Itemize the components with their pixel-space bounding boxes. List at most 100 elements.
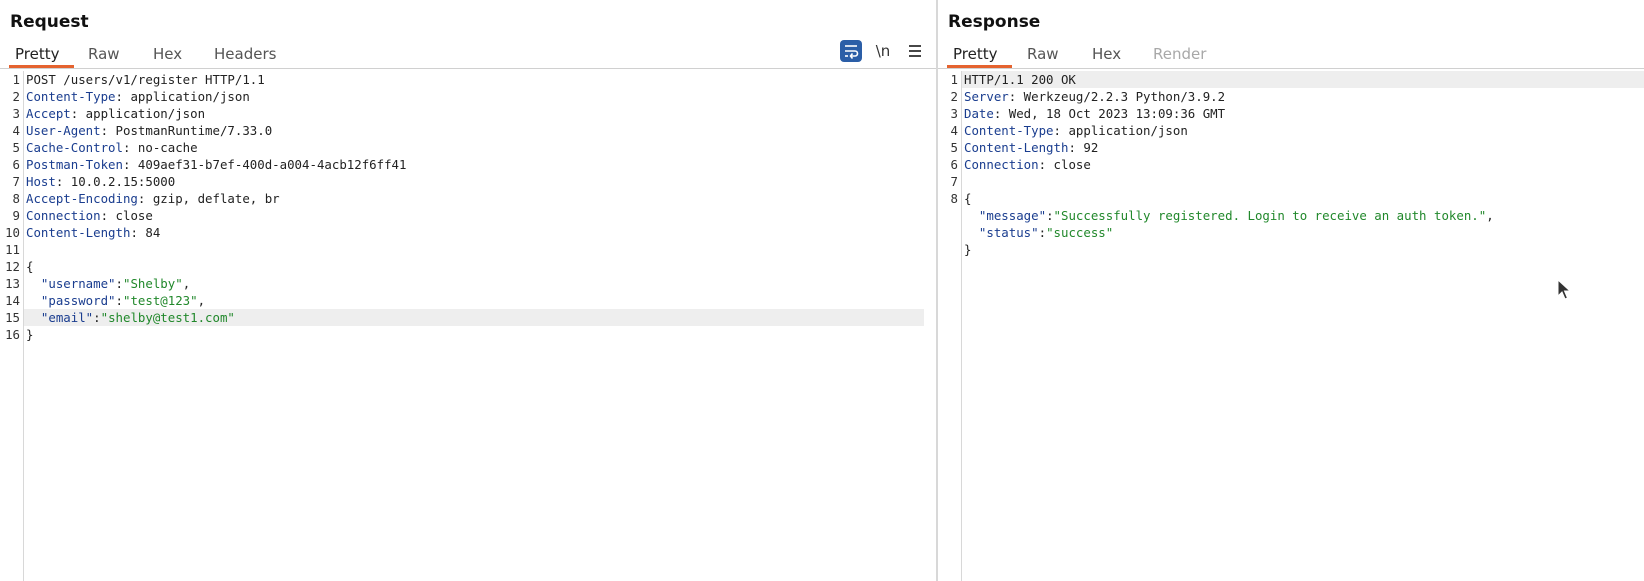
header-name: Content-Type: [26, 89, 116, 104]
response-tab-hex[interactable]: Hex: [1092, 42, 1121, 66]
header-name: User-Agent: [26, 123, 101, 138]
response-line: 7: [938, 173, 1644, 190]
request-line: 1 POST /users/v1/register HTTP/1.1: [0, 71, 936, 88]
code-text: ,: [197, 293, 206, 308]
line-number: 11: [5, 242, 20, 257]
line-number: 6: [950, 157, 958, 172]
line-number: 3: [12, 106, 20, 121]
header-name: Connection: [964, 157, 1039, 172]
line-number: 7: [950, 174, 958, 189]
wrap-text-icon[interactable]: [840, 40, 862, 62]
header-name: Cache-Control: [26, 140, 123, 155]
request-line: 2 Content-Type: application/json: [0, 88, 936, 105]
request-line: 13 "username":"Shelby",: [0, 275, 936, 292]
request-editor[interactable]: 1 POST /users/v1/register HTTP/1.1 2 Conten…: [0, 71, 936, 343]
header-name: Content-Length: [964, 140, 1069, 155]
line-number: 2: [12, 89, 20, 104]
line-code: "username":"Shelby",: [26, 275, 190, 292]
response-line: 8{: [938, 190, 1644, 207]
header-name: Postman-Token: [26, 157, 123, 172]
line-code: Content-Type: application/json: [26, 88, 250, 105]
response-tab-raw[interactable]: Raw: [1027, 42, 1059, 66]
response-line: 2 Server: Werkzeug/2.2.3 Python/3.9.2: [938, 88, 1644, 105]
line-number: 5: [950, 140, 958, 155]
line-number: 12: [5, 259, 20, 274]
request-line: 4 User-Agent: PostmanRuntime/7.33.0: [0, 122, 936, 139]
request-line: 12 {: [0, 258, 936, 275]
code-text: : PostmanRuntime/7.33.0: [100, 123, 273, 138]
response-editor[interactable]: 1 HTTP/1.1 200 OK 2 Server: Werkzeug/2.2.3 …: [938, 71, 1644, 258]
json-key: "message": [964, 208, 1047, 223]
line-number: 8: [950, 191, 958, 206]
response-line: 6 Connection: close: [938, 156, 1644, 173]
code-text: : 84: [130, 225, 161, 240]
request-line: 8 Accept-Encoding: gzip, deflate, br: [0, 190, 936, 207]
line-code: }: [964, 241, 971, 258]
request-line: 14 "password":"test@123",: [0, 292, 936, 309]
json-key: "password": [26, 293, 116, 308]
response-tabs: Pretty Raw Hex Render: [938, 42, 1644, 69]
line-number: 4: [12, 123, 20, 138]
request-line: 3 Accept: application/json: [0, 105, 936, 122]
request-panel: Request Pretty Raw Hex Headers \n 1POST: [0, 0, 938, 581]
header-name: Content-Length: [26, 225, 131, 240]
code-text: {: [26, 259, 34, 274]
code-text: : 92: [1068, 140, 1099, 155]
header-name: Server: [964, 89, 1009, 104]
line-number: 1: [950, 72, 958, 87]
json-string: "shelby@test1.com": [100, 310, 235, 325]
header-name: Accept-Encoding: [26, 191, 138, 206]
response-line: "status":"success": [938, 224, 1644, 241]
line-code: Content-Type: application/json: [964, 122, 1188, 139]
line-number: 4: [950, 123, 958, 138]
line-number: 15: [5, 310, 20, 325]
response-tab-render[interactable]: Render: [1153, 42, 1206, 66]
hamburger-menu-icon[interactable]: [906, 40, 924, 62]
code-text: : close: [100, 208, 153, 223]
code-text: ,: [1486, 208, 1494, 223]
line-code: Host: 10.0.2.15:5000: [26, 173, 175, 190]
code-text: : 10.0.2.15:5000: [55, 174, 176, 189]
code-text: : 409aef31-b7ef-400d-a004-4acb12f6ff41: [122, 157, 407, 172]
code-text: : application/json: [70, 106, 206, 121]
request-tabs: Pretty Raw Hex Headers: [0, 42, 936, 69]
code-text: }: [964, 242, 972, 257]
code-text: {: [964, 191, 972, 206]
line-number: 6: [12, 157, 20, 172]
line-code: }: [26, 326, 33, 343]
code-text: : gzip, deflate, br: [137, 191, 280, 206]
line-code: "message":"Successfully registered. Logi…: [964, 207, 1494, 224]
line-code: Server: Werkzeug/2.2.3 Python/3.9.2: [964, 88, 1225, 105]
code-text: : application/json: [1053, 123, 1188, 138]
request-tab-headers[interactable]: Headers: [214, 42, 276, 66]
line-code: "email":"shelby@test1.com": [26, 309, 235, 326]
response-title: Response: [948, 12, 1041, 32]
line-number: 14: [5, 293, 20, 308]
response-line: 4 Content-Type: application/json: [938, 122, 1644, 139]
code-text: :: [115, 276, 123, 291]
code-text: : Werkzeug/2.2.3 Python/3.9.2: [1008, 89, 1226, 104]
response-tab-pretty[interactable]: Pretty: [947, 42, 1011, 68]
code-text: POST /users/v1/register HTTP/1.1: [26, 72, 265, 87]
code-text: : Wed, 18 Oct 2023 13:09:36 GMT: [993, 106, 1226, 121]
request-tab-pretty[interactable]: Pretty: [9, 42, 73, 68]
line-number: 7: [12, 174, 20, 189]
request-line: 15 "email":"shelby@test1.com": [0, 309, 936, 326]
header-name: Accept: [26, 106, 71, 121]
line-code: User-Agent: PostmanRuntime/7.33.0: [26, 122, 272, 139]
code-text: :: [1046, 208, 1054, 223]
response-panel: Response Pretty Raw Hex Render 1 HTTP/1.1…: [938, 0, 1644, 581]
request-title: Request: [10, 12, 89, 32]
line-code: Content-Length: 84: [26, 224, 160, 241]
response-line: 5 Content-Length: 92: [938, 139, 1644, 156]
request-line: 16}: [0, 326, 936, 343]
request-tab-hex[interactable]: Hex: [153, 42, 182, 66]
line-number: 1: [12, 72, 20, 87]
json-string: "success": [1046, 225, 1114, 240]
json-key: "username": [26, 276, 116, 291]
line-number: 3: [950, 106, 958, 121]
header-name: Content-Type: [964, 123, 1054, 138]
show-newlines-button[interactable]: \n: [873, 40, 893, 62]
request-tab-raw[interactable]: Raw: [88, 42, 120, 66]
request-line: 9 Connection: close: [0, 207, 936, 224]
